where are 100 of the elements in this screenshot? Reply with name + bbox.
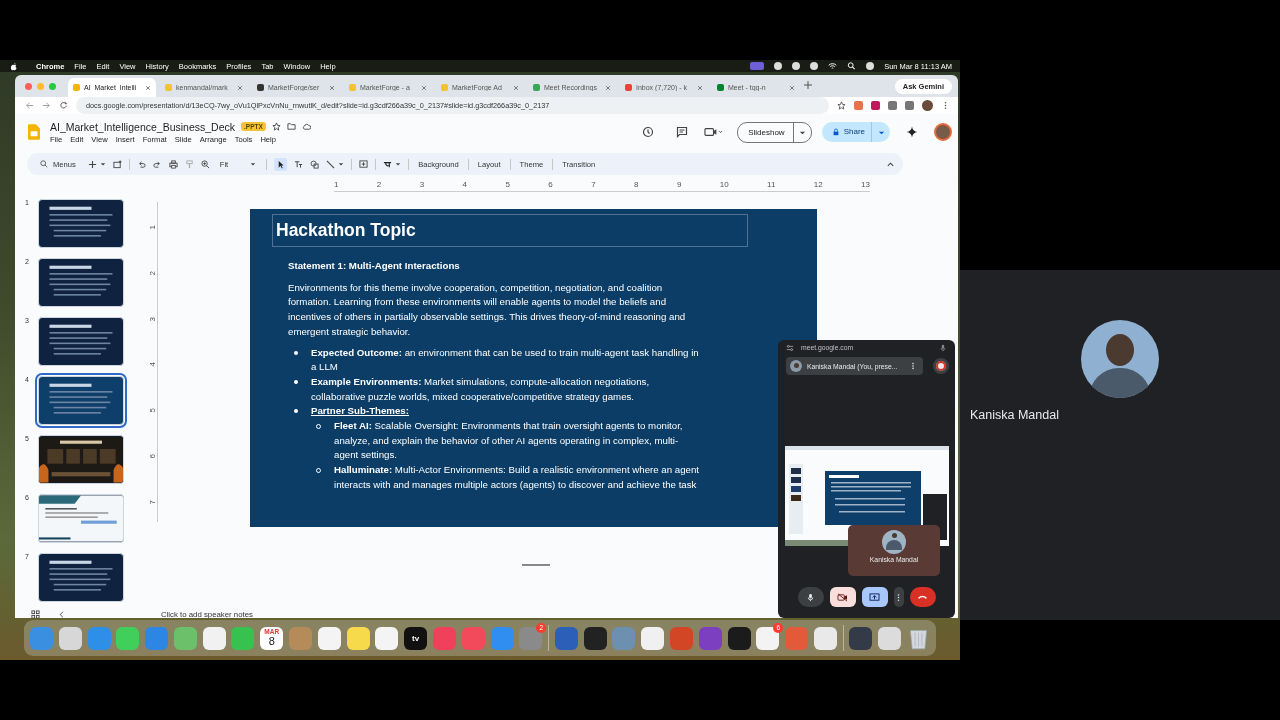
bullet-icon [294,379,298,384]
participant-name: Kaniska Mandal [970,408,1060,422]
comment-add-icon[interactable] [359,159,369,169]
camera-button[interactable] [829,587,856,607]
screen-share-icon[interactable] [750,62,765,70]
add-icon[interactable] [87,159,97,169]
cursor-icon[interactable] [274,157,288,171]
app-icon[interactable] [878,626,902,650]
close-tab-icon[interactable] [145,84,151,91]
app-icon[interactable] [202,626,226,650]
bullet-text: Fleet AI: Scalable Oversight: Environments that train oversight agents to monitor, analyze, and explain the behavior of other AI agents operating in complex, multi-agent settings. [334,419,684,463]
app-icon[interactable] [346,626,370,650]
zoom-icon[interactable] [200,159,210,169]
text-box-icon[interactable] [294,159,304,169]
settings-sliders-icon[interactable] [786,343,794,352]
slide-thumbnail[interactable] [38,435,124,484]
folder-icon[interactable] [286,122,296,131]
end-call-button[interactable] [909,587,936,607]
app-icon[interactable] [641,626,665,650]
more-icon [897,592,900,602]
microphone-button[interactable] [797,587,824,607]
stop-presenting-icon[interactable] [933,358,949,374]
avatar [790,360,802,372]
caret-icon[interactable] [338,161,345,167]
horizontal-ruler: 1 2 3 4 5 6 7 8 9 10 11 12 13 [334,178,870,192]
avatar [882,530,906,554]
wifi-icon[interactable] [828,62,838,70]
shapes-icon[interactable] [310,159,320,169]
caret-icon[interactable] [395,161,402,167]
app-icon[interactable] [849,626,873,650]
vertical-ruler: 1 2 3 4 5 6 7 [147,202,158,522]
slide-thumbnail[interactable] [38,553,124,602]
tv-app-icon[interactable]: tv [404,626,428,650]
microphone-icon[interactable] [939,343,947,352]
slide-thumbnail[interactable] [38,199,124,248]
title-text-box[interactable]: Hackathon Topic [272,214,748,247]
close-tab-icon[interactable] [605,84,611,91]
slide-thumbnail[interactable] [38,317,124,366]
search-icon [40,160,48,168]
caret-icon [250,161,257,167]
slide-title: Hackathon Topic [276,220,416,241]
new-tab-icon[interactable] [804,81,814,91]
collapse-icon[interactable] [886,159,895,169]
bullet-text: Example Environments: Market simulations, compute-allocation negotiations, collaborative puzzle worlds, mixed cooperative/competitive strategy games. [311,374,651,404]
app-icon[interactable] [58,626,82,650]
close-tab-icon[interactable] [329,84,335,91]
app-icon[interactable] [583,626,607,650]
grid-view-icon[interactable] [31,609,40,618]
profile-avatar[interactable] [922,100,933,111]
input-tools-icon[interactable] [383,159,393,169]
search-icon[interactable] [847,62,857,70]
caret-icon[interactable] [99,161,106,167]
redo-icon[interactable] [152,159,162,169]
resize-handle[interactable] [522,564,550,566]
close-tab-icon[interactable] [421,84,427,91]
document-title[interactable]: AI_Market_Intelligence_Business_Deck [50,120,236,133]
slide-thumbnail[interactable] [38,258,124,307]
present-screen-icon [869,592,880,602]
slide-thumbnail[interactable] [38,494,124,543]
close-window-icon[interactable] [25,82,32,90]
camera-off-icon [837,592,848,602]
cloud-icon[interactable] [301,122,311,131]
close-tab-icon[interactable] [789,84,795,91]
slide-subtitle: Statement 1: Multi-Agent Interactions [288,259,461,273]
present-button[interactable] [861,587,888,607]
app-icon[interactable] [375,626,399,650]
hang-up-icon [917,594,928,600]
back-icon[interactable] [25,101,34,110]
slide-paragraph: Environments for this theme involve cooperation, competition, negotiation, and coalition formation. Learning from these environments will enable agents to model the beliefs and incentives of others in partially observable settings. This drives theory-of-mind reasoning and emergent strategic behavior. [288,280,687,339]
slideshow-button[interactable]: Slideshow [737,121,812,143]
sparkle-icon[interactable] [906,126,918,138]
print-icon[interactable] [168,159,178,169]
bullet-text: Expected Outcome: an environment that can be used to train multi-agent task handling in a LLM [311,345,700,375]
comment-icon[interactable] [676,126,689,138]
more-options-button[interactable] [893,587,904,607]
star-icon[interactable] [271,122,281,131]
close-tab-icon[interactable] [237,84,243,91]
forward-icon[interactable] [42,101,51,110]
line-icon[interactable] [326,159,336,169]
account-avatar[interactable] [934,123,952,141]
share-button[interactable]: Share [821,122,890,142]
reload-icon[interactable] [59,101,68,110]
more-icon[interactable] [909,362,917,370]
close-tab-icon[interactable] [513,84,519,91]
history-icon[interactable] [642,126,655,138]
star-icon[interactable] [837,101,846,110]
app-icon[interactable] [727,626,751,650]
video-camera-icon[interactable] [704,126,724,138]
download-icon[interactable] [905,101,914,110]
close-tab-icon[interactable] [697,84,703,91]
slide-thumbnail[interactable] [38,376,124,425]
bullet-heading: Partner Sub-Themes: [311,404,409,419]
collapse-panel-icon[interactable] [57,609,66,618]
app-icon[interactable] [813,626,837,650]
microphone-icon [806,592,815,602]
bullet-text: Halluminate: Multi-Actor Environments: Build a realistic environment where an agent interacts with and manages multiple actors (agents) to discover and achieve the task [334,463,700,492]
new-slide-icon[interactable] [112,159,122,169]
bullet-icon [294,350,298,355]
app-icon[interactable] [317,626,341,650]
lock-icon [831,128,840,136]
